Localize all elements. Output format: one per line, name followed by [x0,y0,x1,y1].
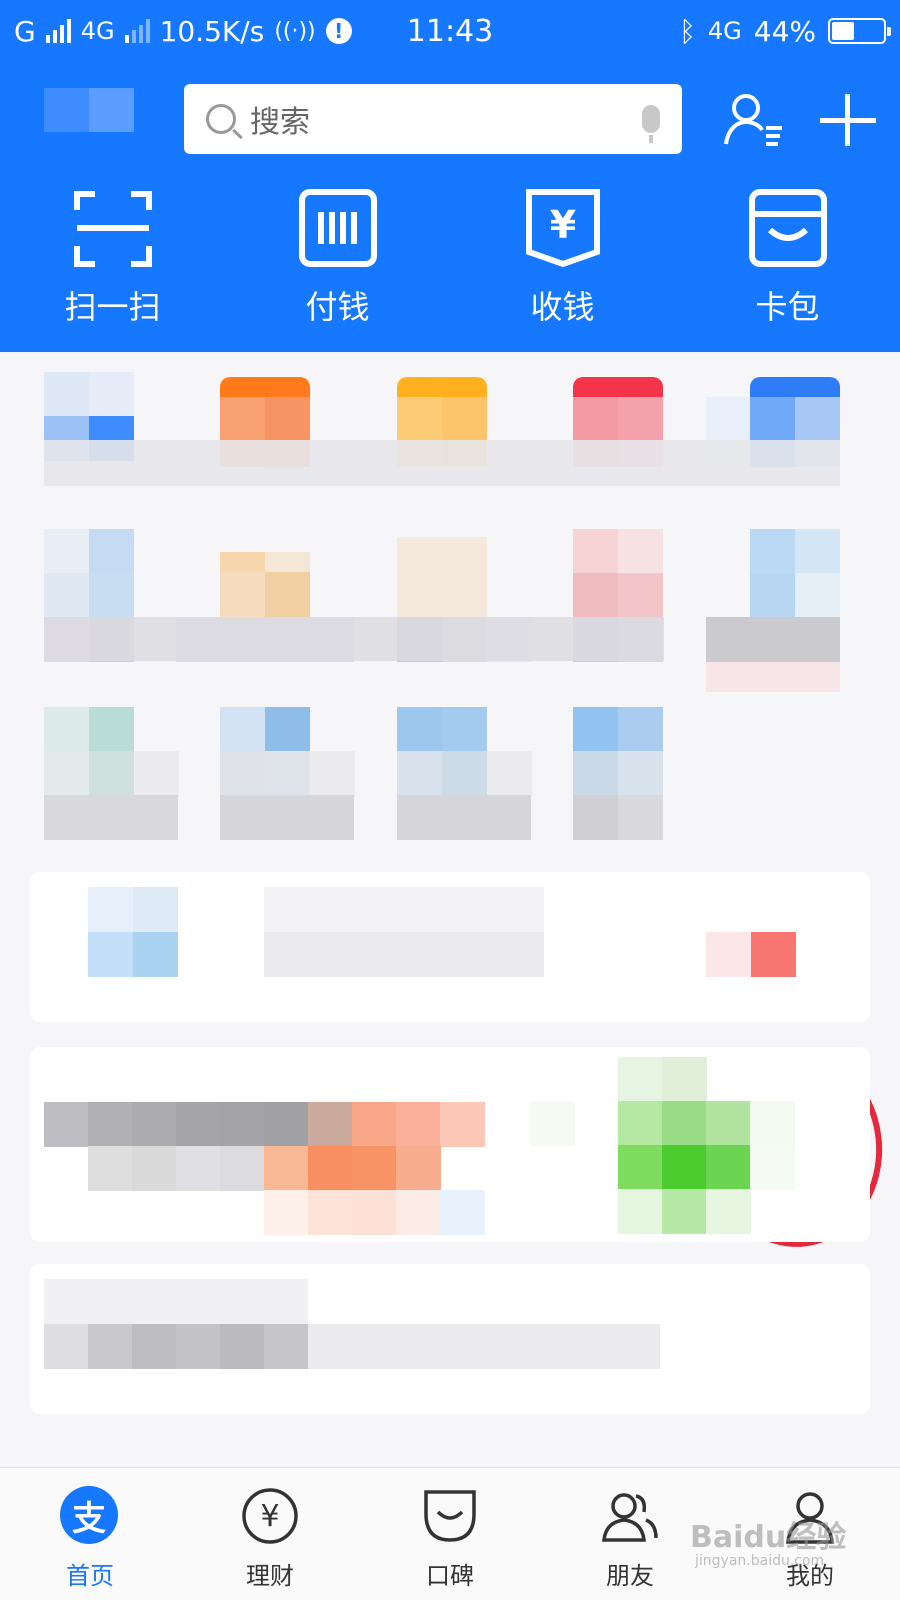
yuan-finance-icon: ¥ [240,1486,300,1546]
app-tile-blurred[interactable] [706,529,840,693]
card-wallet-icon [748,188,828,268]
app-tile-blurred[interactable] [44,707,179,840]
svg-text:¥: ¥ [549,203,575,247]
search-bar[interactable]: 搜索 [184,84,682,154]
watermark-url: jingyan.baidu.com [695,1553,825,1569]
scan-icon [73,188,153,268]
alipay-home-icon: 支 [60,1486,120,1546]
svg-text:¥: ¥ [260,1499,279,1534]
signal-icon [45,19,71,43]
content-card-blurred[interactable] [30,1047,870,1242]
app-tile-blurred[interactable] [573,707,663,840]
content-card-blurred[interactable] [30,872,870,1022]
app-label-blurred [44,617,664,661]
tab-home[interactable]: 支 首页 [0,1468,180,1600]
action-label: 付钱 [305,288,370,326]
koubei-icon [420,1486,480,1546]
battery-icon [828,18,891,44]
app-tile-blurred[interactable] [220,707,355,840]
network-speed: 10.5K/s [159,14,265,48]
header: 搜索 扫一扫 付钱 ¥ 收钱 卡包 [0,62,900,352]
friends-icon [600,1486,660,1546]
alipay-home-screen: G 4G 10.5K/s ((·)) ! 11:43 ᛒ 4G 44% 搜索 扫… [0,0,900,1600]
yuan-receive-icon: ¥ [523,188,603,268]
tab-label: 口碑 [426,1562,474,1590]
action-receive[interactable]: ¥ 收钱 [450,182,675,342]
quick-actions: 扫一扫 付钱 ¥ 收钱 卡包 [0,182,900,342]
tab-label: 首页 [66,1562,114,1590]
network-label: 4G [80,17,115,45]
action-pay[interactable]: 付钱 [225,182,450,342]
battery-percent: 44% [753,14,816,48]
hotspot-icon: ((·)) [274,18,316,44]
app-grid-area: 更多 [0,352,900,1467]
search-placeholder: 搜索 [250,105,310,140]
content-card-blurred[interactable] [30,1264,870,1414]
alert-icon: ! [325,18,352,44]
microphone-icon[interactable] [642,105,660,143]
contacts-icon[interactable] [722,90,786,150]
signal-icon-2 [124,19,150,43]
bluetooth-icon: ᛒ [679,14,696,48]
network-label-2: 4G [707,17,742,45]
status-bar: G 4G 10.5K/s ((·)) ! 11:43 ᛒ 4G 44% [0,0,900,62]
tab-finance[interactable]: ¥ 理财 [180,1468,360,1600]
tab-koubei[interactable]: 口碑 [360,1468,540,1600]
barcode-pay-icon [298,188,378,268]
action-scan[interactable]: 扫一扫 [0,182,225,342]
watermark-logo: Baidu经验 [690,1520,847,1555]
tab-label: 理财 [246,1562,294,1590]
action-label: 收钱 [530,288,595,326]
search-icon [206,104,236,134]
action-label: 扫一扫 [64,288,161,326]
action-label: 卡包 [755,288,820,326]
action-cards[interactable]: 卡包 [675,182,900,342]
carrier-label: G [14,14,36,48]
tab-label: 朋友 [606,1562,654,1590]
app-label-blurred [44,440,840,486]
city-selector-blurred[interactable] [44,88,134,132]
add-icon[interactable] [816,90,880,150]
app-tile-blurred[interactable] [397,707,532,840]
